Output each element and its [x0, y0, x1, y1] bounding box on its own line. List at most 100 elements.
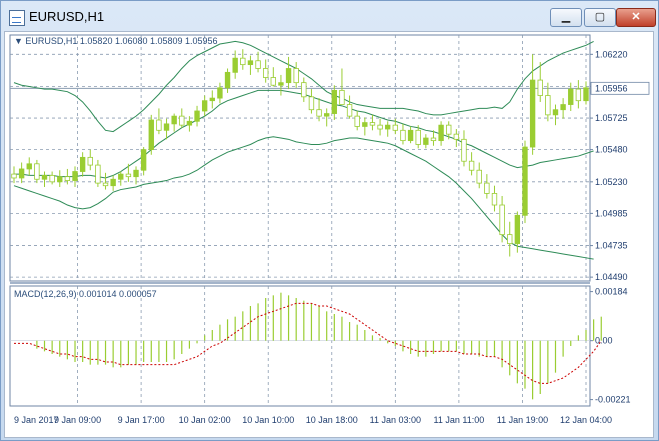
candle-body-bear: [354, 115, 360, 127]
candle-body-bull: [186, 120, 193, 126]
candle-body-bear: [339, 89, 345, 105]
candle-body-bull: [140, 149, 147, 171]
candle-body-bear: [537, 79, 543, 96]
candle-body-bear: [484, 182, 490, 194]
candle-body-bear: [377, 124, 383, 130]
candle-body-bull: [118, 173, 124, 180]
candle-body-bull: [41, 174, 48, 180]
candle-body-bull: [201, 100, 208, 112]
candle-body-bear: [255, 60, 261, 69]
candle-body-bear: [156, 119, 162, 131]
candle-body-bear: [392, 124, 399, 131]
candle-body-bear: [430, 137, 437, 142]
candle-body-bear: [179, 115, 185, 126]
macd-tick-label: 0.00: [595, 336, 613, 346]
candle-body-bull: [514, 214, 521, 245]
macd-panel-frame: [9, 285, 591, 407]
candle-body-bear: [476, 169, 482, 184]
candle-body-bull: [560, 104, 566, 111]
candle-body-bull: [529, 79, 536, 148]
macd-signal-line: [14, 302, 602, 384]
bollinger-lower-band: [13, 136, 594, 260]
candle-body-bear: [545, 95, 551, 116]
macd-tick-label: 0.00184: [595, 287, 628, 297]
candle-body-bear: [125, 173, 132, 178]
candle-body-bear: [461, 138, 467, 162]
price-tick-label: 1.06220: [595, 49, 628, 59]
current-price-label: 1.05956: [595, 83, 628, 93]
candle-body-bull: [285, 68, 292, 84]
candle-body-bear: [468, 160, 475, 171]
candle-body-bear: [308, 96, 315, 111]
candle-body-bear: [507, 234, 513, 245]
candle-body-bear: [369, 122, 376, 126]
close-button[interactable]: ✕: [616, 8, 656, 27]
candle-body-bull: [57, 176, 63, 183]
candle-body-bear: [95, 164, 101, 184]
candle-body-bear: [240, 57, 246, 66]
candle-body-bull: [407, 129, 414, 142]
candle-body-bull: [324, 113, 330, 117]
candle-body-bear: [415, 129, 421, 145]
candle-body-bull: [72, 171, 78, 181]
price-tick-label: 1.04985: [595, 208, 628, 218]
candle-body-bull: [133, 169, 139, 178]
candle-body-bear: [102, 182, 109, 187]
symbol-info-label: ▼ EURUSD,H1 1.05820 1.06080 1.05809 1.05…: [14, 36, 218, 46]
candle-body-bear: [301, 82, 307, 98]
candle-body-bear: [270, 77, 276, 86]
price-tick-label: 1.04490: [595, 272, 628, 282]
macd-label: MACD(12,26,9) 0.001014 0.000057: [14, 289, 157, 299]
candle-body-bull: [26, 163, 32, 170]
candle-body-bear: [453, 133, 460, 140]
candle-body-bear: [575, 88, 582, 102]
candle-body-bull: [209, 97, 215, 102]
chart-area[interactable]: 9 Jan 2017 9 Jan 09:00 9 Jan 17:00 10 Jan 0…: [4, 31, 654, 438]
candle-body-bull: [18, 168, 25, 179]
time-tick-label: 10 Jan 10:00: [242, 415, 294, 425]
candle-body-bull: [568, 88, 574, 105]
candle-body-bear: [499, 204, 505, 236]
candle-body-bear: [446, 124, 452, 135]
time-tick-label: 9 Jan 17:00: [118, 415, 165, 425]
time-tick-label: 11 Jan 11:00: [434, 415, 485, 425]
minimize-button[interactable]: ▁: [550, 8, 582, 27]
chart-window-icon: [9, 10, 25, 26]
candle-body-bull: [79, 156, 86, 172]
candle-body-bear: [34, 163, 40, 180]
main-panel-frame: [9, 34, 591, 282]
chart-canvas[interactable]: 9 Jan 20179 Jan 09:00 9 Jan 17:00 10 Jan 0…: [5, 32, 653, 437]
price-tick-label: 1.05480: [595, 145, 628, 155]
time-tick-label: 9 Jan 2017: [14, 415, 59, 425]
price-tick-label: 1.05725: [595, 113, 628, 123]
candle-body-bear: [49, 174, 55, 183]
candle-body-bear: [87, 156, 93, 166]
candle-body-bull: [224, 71, 231, 89]
time-tick-label: 11 Jan 03:00: [370, 415, 421, 425]
candle-body-bull: [194, 110, 200, 122]
time-tick-label: 9 Jan 09:00: [54, 415, 101, 425]
candle-body-bear: [316, 109, 322, 117]
candle-body-bull: [552, 109, 559, 116]
candle-body-bear: [400, 129, 406, 142]
candle-body-bear: [293, 68, 299, 84]
candle-body-bull: [522, 146, 528, 216]
candle-body-bull: [362, 122, 368, 127]
time-tick-label: 12 Jan 04:00: [560, 415, 612, 425]
candle-body-bull: [163, 123, 170, 131]
title-bar[interactable]: EURUSD,H1 ▁ ▢ ✕: [1, 1, 658, 33]
candle-body-bear: [491, 193, 498, 206]
candle-body-bull: [385, 124, 391, 130]
candle-body-bear: [11, 173, 17, 179]
candle-body-bear: [262, 68, 269, 78]
window-title: EURUSD,H1: [29, 9, 105, 24]
maximize-button[interactable]: ▢: [584, 8, 616, 27]
macd-tick-label: -0.00221: [595, 395, 631, 405]
time-tick-label: 11 Jan 19:00: [497, 415, 548, 425]
candle-body-bull: [232, 57, 238, 73]
time-tick-label: 10 Jan 02:00: [179, 415, 231, 425]
candle-body-bull: [148, 119, 154, 151]
candle-body-bear: [346, 104, 353, 117]
chart-window: EURUSD,H1 ▁ ▢ ✕ 9 Jan 2017 9 Jan 09:00 9 J…: [0, 0, 659, 441]
price-tick-label: 1.04735: [595, 241, 628, 251]
